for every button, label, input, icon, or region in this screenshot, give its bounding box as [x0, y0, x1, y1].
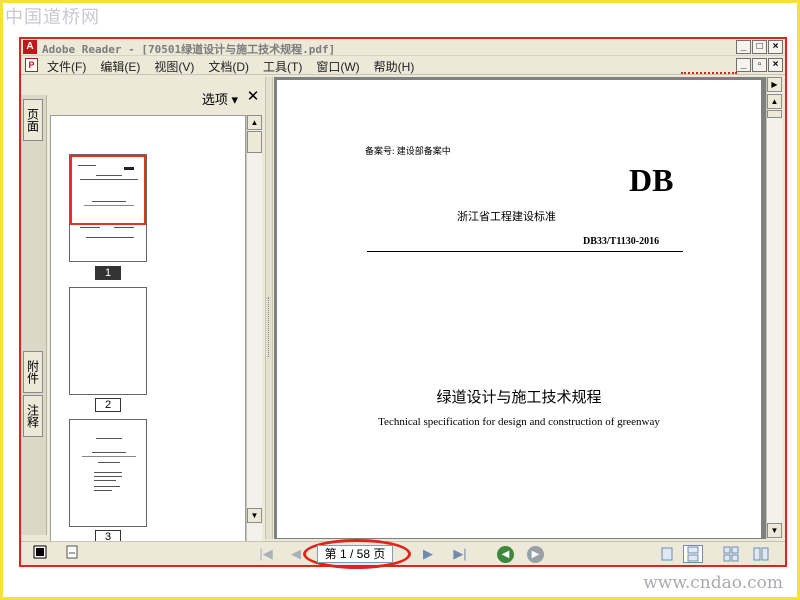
next-page-button[interactable]: ▶ [419, 545, 437, 563]
tab-pages[interactable]: 页面 [23, 99, 43, 141]
adobe-reader-icon: A [23, 40, 37, 54]
document-title-chinese: 绿道设计与施工技术规程 [436, 390, 602, 406]
pdf-document-icon[interactable]: P [25, 58, 38, 72]
maximize-button[interactable]: □ [752, 40, 767, 54]
nav-panel-header: 选项 ▾ ✕ [48, 77, 264, 107]
continuous-view-icon[interactable] [683, 545, 703, 563]
scrollbar-thumb[interactable] [247, 131, 262, 153]
page-thumbnails-panel: 选项 ▾ ✕ 1 2 3 ▲ ▼ [48, 77, 264, 561]
doc-close-button[interactable]: × [768, 58, 783, 72]
page-number-field[interactable]: 第 1 / 58 页 [317, 545, 393, 563]
watermark-bottom: www.cndao.com [643, 573, 783, 593]
single-page-view-icon[interactable] [657, 545, 677, 563]
continuous-facing-view-icon[interactable] [721, 545, 741, 563]
watermark-top: 中国道桥网 [5, 7, 100, 28]
scroll-down-arrow-icon[interactable]: ▼ [247, 508, 262, 523]
header-rule [367, 251, 683, 252]
minimize-button[interactable]: _ [736, 40, 751, 54]
status-bar: |◀ ◀ 第 1 / 58 页 ▶ ▶| ◀ ▶ [21, 539, 785, 569]
standard-name: 浙江省工程建设标准 [457, 211, 556, 223]
last-page-button[interactable]: ▶| [451, 545, 469, 563]
adobe-reader-window: A Adobe Reader - [70501绿道设计与施工技术规程.pdf] … [19, 37, 787, 569]
document-view[interactable]: 备案号: 建设部备案中 DB 浙江省工程建设标准 DB33/T1130-2016… [274, 77, 766, 539]
menu-file[interactable]: 文件(F) [47, 58, 86, 75]
highlight-dots [681, 72, 737, 75]
thumbnail-label-2[interactable]: 2 [95, 398, 121, 412]
tab-attachments[interactable]: 附件 [23, 351, 43, 393]
scroll-down-arrow-icon[interactable]: ▼ [767, 523, 782, 538]
close-button[interactable]: × [768, 40, 783, 54]
filing-number: 备案号: 建设部备案中 [365, 146, 451, 156]
go-forward-button[interactable]: ▶ [527, 546, 544, 563]
panel-expand-arrow-icon[interactable]: ▶ [767, 77, 782, 92]
scrollbar-thumb[interactable] [767, 110, 782, 118]
thumbnail-page-3[interactable] [69, 419, 147, 527]
first-page-button[interactable]: |◀ [257, 545, 275, 563]
window-controls: _ □ × [736, 40, 783, 54]
document-title-english: Technical specification for design and c… [378, 416, 660, 428]
show-panel-icon[interactable] [31, 545, 49, 563]
menu-help[interactable]: 帮助(H) [374, 58, 415, 75]
scroll-up-arrow-icon[interactable]: ▲ [767, 94, 782, 109]
close-icon[interactable]: ✕ [245, 87, 261, 105]
menu-document[interactable]: 文档(D) [208, 58, 249, 75]
pdf-page: 备案号: 建设部备案中 DB 浙江省工程建设标准 DB33/T1130-2016… [277, 80, 761, 538]
title-bar: A Adobe Reader - [70501绿道设计与施工技术规程.pdf] … [21, 39, 785, 56]
standard-number: DB33/T1130-2016 [583, 236, 660, 247]
menu-window[interactable]: 窗口(W) [316, 58, 359, 75]
thumbnail-scrollbar[interactable]: ▲ ▼ [246, 115, 262, 561]
go-back-button[interactable]: ◀ [497, 546, 514, 563]
thumbnail-list: 1 2 3 [50, 115, 246, 561]
menu-bar: P 文件(F) 编辑(E) 视图(V) 文档(D) 工具(T) 窗口(W) 帮助… [21, 56, 785, 75]
splitter-grip[interactable] [268, 297, 271, 357]
menu-view[interactable]: 视图(V) [154, 58, 194, 75]
scroll-up-arrow-icon[interactable]: ▲ [247, 115, 262, 130]
page-layout-icon[interactable] [63, 545, 81, 563]
thumbnail-label-1[interactable]: 1 [95, 266, 121, 280]
sidebar-tab-strip: 页面 附件 注释 [21, 95, 47, 535]
thumbnail-page-1[interactable] [69, 154, 147, 262]
document-scrollbar[interactable]: ▶ ▲ ▼ [766, 77, 782, 539]
menu-tools[interactable]: 工具(T) [263, 58, 302, 75]
panel-splitter[interactable] [265, 77, 273, 539]
document-window-controls: _ ▫ × [736, 58, 783, 72]
menu-edit[interactable]: 编辑(E) [100, 58, 140, 75]
window-title: Adobe Reader - [70501绿道设计与施工技术规程.pdf] [42, 43, 336, 56]
doc-restore-button[interactable]: ▫ [752, 58, 767, 72]
thumbnail-page-2[interactable] [69, 287, 147, 395]
doc-minimize-button[interactable]: _ [736, 58, 751, 72]
facing-view-icon[interactable] [751, 545, 771, 563]
options-menu-button[interactable]: 选项 ▾ [202, 89, 238, 108]
tab-comments[interactable]: 注释 [23, 395, 43, 437]
db-mark: DB [629, 162, 674, 198]
